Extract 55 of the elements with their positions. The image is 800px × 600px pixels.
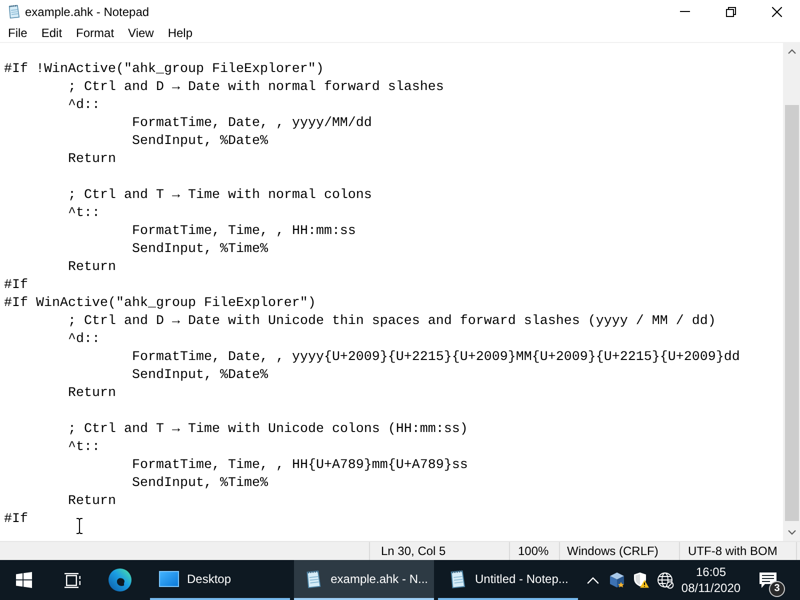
code-line: ^d:: (68, 332, 100, 347)
code-line: ; Ctrl and D → Date with normal forward slashes (68, 80, 444, 95)
swirl-logo-icon (108, 568, 132, 592)
taskbar-app-button[interactable]: example.ahk - N... (294, 560, 434, 600)
code-line: Return (68, 152, 116, 167)
code-line: ; Ctrl and T → Time with Unicode colons (HH:mm:ss) (68, 422, 468, 437)
code-line: SendInput, %Time% (132, 242, 268, 257)
menu-item[interactable]: Help (160, 23, 200, 42)
code-line: #If !WinActive("ahk_group FileExplorer") (4, 62, 324, 77)
code-line: ^d:: (68, 98, 100, 113)
code-line: SendInput, %Time% (132, 476, 268, 491)
close-icon (772, 6, 782, 16)
menu-item[interactable]: View (121, 23, 161, 42)
window-title: example.ahk - Notepad (25, 4, 150, 18)
caret-up-icon (788, 49, 796, 54)
clock-time: 16:05 (696, 565, 726, 579)
code-line: FormatTime, Date, , yyyy{U+2009}{U+2215}{U+2009}MM{U+2009}{U+2215}{U+2009}dd (132, 350, 740, 365)
notifications-button[interactable]: 3 (745, 560, 791, 600)
code-line: Return (68, 386, 116, 401)
taskbar-app-button[interactable]: Untitled - Notep... (438, 560, 578, 600)
scroll-up-button[interactable] (783, 43, 800, 60)
scrollbar-thumb[interactable] (785, 105, 799, 521)
notification-count: 3 (769, 581, 785, 597)
clock-date: 08/11/2020 (681, 581, 741, 595)
restore-icon (726, 6, 736, 16)
task-view-icon (64, 572, 80, 588)
code-line: ^t:: (68, 206, 100, 221)
notepad-icon (6, 4, 21, 19)
code-line: #If (4, 512, 28, 527)
chevron-up-icon (587, 576, 599, 584)
caret-down-icon (788, 530, 796, 535)
cube-icon (609, 572, 625, 588)
code-line: #If WinActive("ahk_group FileExplorer") (4, 296, 316, 311)
start-icon (16, 572, 32, 588)
code-line: FormatTime, Time, , HH{U+A789}mm{U+A789}ss (132, 458, 468, 473)
code-line: ^t:: (68, 440, 100, 455)
code-line: SendInput, %Date% (132, 368, 268, 383)
scroll-down-button[interactable] (783, 524, 800, 541)
monitor-icon (159, 571, 179, 587)
code-line: FormatTime, Date, , yyyy/MM/dd (132, 116, 372, 131)
code-line: Return (68, 260, 116, 275)
minimize-icon (680, 11, 690, 12)
menu-item[interactable]: Format (69, 23, 122, 42)
globe-icon (656, 572, 674, 588)
menu-item[interactable]: File (1, 23, 34, 42)
text-cursor-icon (76, 518, 83, 534)
taskbar-app-button[interactable]: Desktop (150, 560, 290, 600)
shield-warning-icon (633, 572, 649, 588)
code-line: #If (4, 278, 28, 293)
code-line: FormatTime, Time, , HH:mm:ss (132, 224, 356, 239)
code-line: Return (68, 494, 116, 509)
code-line: SendInput, %Date% (132, 134, 268, 149)
menu-item[interactable]: Edit (34, 23, 70, 42)
code-line: ; Ctrl and D → Date with Unicode thin spaces and forward slashes (yyyy / MM / dd) (68, 314, 716, 329)
code-line: ; Ctrl and T → Time with normal colons (68, 188, 372, 203)
